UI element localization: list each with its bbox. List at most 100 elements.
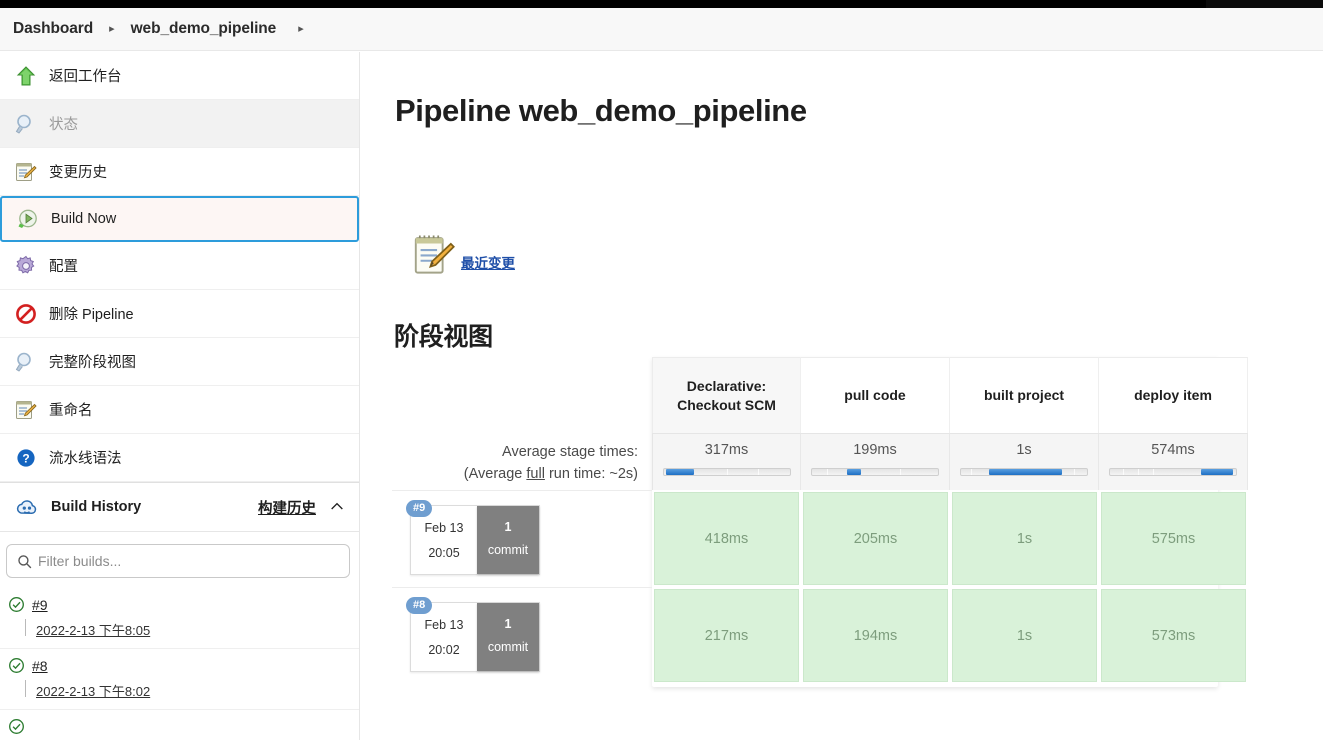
stage-cell-col-1: 194ms — [801, 587, 950, 684]
chevron-up-icon[interactable] — [329, 499, 345, 515]
build-now-icon — [18, 209, 37, 228]
list-item[interactable] — [0, 710, 359, 740]
build-meta-8: #8 Feb 13 20:02 1 commit — [392, 587, 652, 680]
sidebar-item-back-to-dashboard[interactable]: 返回工作台 — [0, 52, 359, 100]
sidebar-item-rename[interactable]: 重命名 — [0, 386, 359, 434]
stage-column-1: pull code — [801, 357, 950, 433]
average-cell: 199ms — [801, 433, 950, 490]
top-black-bar-right — [1206, 0, 1323, 8]
sidebar-item-status[interactable]: 状态 — [0, 100, 359, 148]
breadcrumb-separator-icon: ▸ — [109, 22, 115, 35]
sidebar-item-label: 变更历史 — [49, 165, 107, 181]
average-run-time-line2: (Average full run time: ~2s) — [392, 463, 638, 485]
average-stage-times-row: Average stage times: (Average full run t… — [392, 433, 1248, 490]
page-title: Pipeline web_demo_pipeline — [395, 93, 807, 128]
build-date: Feb 13 — [424, 618, 464, 632]
breadcrumb-item-pipeline[interactable]: web_demo_pipeline — [131, 20, 277, 38]
breadcrumb-dropdown-icon[interactable]: ▸ — [298, 23, 304, 35]
stage-cell-col-2: 1s — [950, 587, 1099, 684]
build-timestamp-link[interactable]: 2022-2-13 下午8:02 — [24, 680, 150, 700]
average-stage-times-line1: Average stage times: — [502, 444, 638, 460]
sidebar-item-change-history[interactable]: 变更历史 — [0, 148, 359, 196]
recent-changes[interactable]: 最近变更 — [411, 232, 515, 278]
stage-cell[interactable]: 217ms — [654, 589, 799, 682]
build-timestamp-link[interactable]: 2022-2-13 下午8:05 — [24, 619, 150, 639]
stage-cell[interactable]: 1s — [952, 589, 1097, 682]
table-row: #8 Feb 13 20:02 1 commit 217ms 194ms 1s … — [392, 587, 1248, 684]
stage-cell[interactable]: 418ms — [654, 492, 799, 585]
stage-header-row: Declarative: Checkout SCM pull code buil… — [392, 357, 1248, 433]
main-content: Pipeline web_demo_pipeline 最近变更 阶段视图 Dec… — [361, 52, 1323, 740]
gear-icon — [16, 255, 35, 273]
commit-count: 1 — [504, 520, 512, 534]
average-progress-bar — [662, 468, 791, 476]
stage-header-label-line2: Checkout SCM — [677, 396, 776, 413]
sidebar-item-configure[interactable]: 配置 — [0, 242, 359, 290]
build-number-badge[interactable]: #9 — [406, 500, 433, 517]
average-progress-bar — [1109, 468, 1237, 476]
build-history-link[interactable]: 构建历史 — [258, 497, 316, 518]
stage-header-cell: deploy item — [1099, 357, 1248, 433]
check-circle-icon — [9, 658, 24, 673]
build-commit-box[interactable]: 1 commit — [477, 603, 539, 671]
stage-cell-col-1: 205ms — [801, 490, 950, 587]
average-cell: 574ms — [1099, 433, 1248, 490]
svg-text:?: ? — [22, 451, 29, 465]
average-column-2: 1s — [950, 433, 1099, 490]
build-number-badge[interactable]: #8 — [406, 597, 433, 614]
build-number-link[interactable]: #9 — [32, 597, 48, 613]
sidebar-item-full-stage-view[interactable]: 完整阶段视图 — [0, 338, 359, 386]
check-circle-icon — [9, 597, 24, 612]
build-info-box: Feb 13 20:02 1 commit — [410, 602, 540, 672]
stage-cell[interactable]: 575ms — [1101, 492, 1246, 585]
sidebar-item-delete-pipeline[interactable]: 删除 Pipeline — [0, 290, 359, 338]
stage-cell[interactable]: 194ms — [803, 589, 948, 682]
check-circle-icon — [9, 719, 24, 734]
sidebar-item-pipeline-syntax[interactable]: ? 流水线语法 — [0, 434, 359, 482]
stage-cell-col-0: 217ms — [652, 587, 801, 684]
breadcrumb-item-dashboard[interactable]: Dashboard — [13, 20, 93, 38]
stage-column-0: Declarative: Checkout SCM — [652, 357, 801, 433]
recent-changes-link[interactable]: 最近变更 — [461, 252, 515, 272]
help-question-icon: ? — [17, 448, 35, 467]
delete-forbidden-icon — [16, 303, 36, 324]
build-commit-box[interactable]: 1 commit — [477, 506, 539, 574]
sidebar-item-label: 完整阶段视图 — [49, 355, 136, 371]
build-history-header: Build History 构建历史 — [0, 482, 359, 532]
stage-cell-col-0: 418ms — [652, 490, 801, 587]
stage-header-cell: Declarative: Checkout SCM — [652, 357, 801, 433]
stage-header-cell: built project — [950, 357, 1099, 433]
weather-cloud-icon — [16, 500, 37, 515]
stage-header-label-line1: Declarative: — [686, 377, 767, 394]
average-progress-bar — [960, 468, 1088, 476]
stage-column-2: built project — [950, 357, 1099, 433]
list-item[interactable]: #8 2022-2-13 下午8:02 — [0, 649, 359, 710]
avg-post: run time: ~2s) — [544, 466, 638, 483]
average-value: 199ms — [853, 442, 897, 458]
average-column-3: 574ms — [1099, 433, 1248, 490]
build-number-link[interactable]: #8 — [32, 658, 48, 674]
top-black-bar — [0, 0, 1206, 8]
stage-cell[interactable]: 573ms — [1101, 589, 1246, 682]
sidebar-item-label: 删除 Pipeline — [49, 307, 134, 323]
average-column-1: 199ms — [801, 433, 950, 490]
average-cell: 1s — [950, 433, 1099, 490]
avg-pre: (Average — [463, 466, 527, 483]
stage-view-table: Declarative: Checkout SCM pull code buil… — [392, 357, 1248, 684]
stage-cell[interactable]: 1s — [952, 492, 1097, 585]
sidebar-item-label: 状态 — [49, 117, 78, 133]
average-cell: 317ms — [652, 433, 801, 490]
stage-cell[interactable]: 205ms — [803, 492, 948, 585]
filter-builds-box[interactable] — [6, 544, 350, 578]
search-input[interactable] — [38, 553, 328, 569]
edit-notepad-icon — [16, 162, 37, 181]
magnifier-icon — [15, 114, 31, 134]
average-progress-bar — [811, 468, 939, 476]
build-time: 20:05 — [428, 546, 460, 560]
list-item[interactable]: #9 2022-2-13 下午8:05 — [0, 588, 359, 649]
build-info-box: Feb 13 20:05 1 commit — [410, 505, 540, 575]
sidebar-item-label: 返回工作台 — [49, 69, 122, 85]
sidebar-item-label: 重命名 — [49, 403, 93, 419]
search-icon — [18, 555, 32, 569]
sidebar-item-build-now[interactable]: Build Now — [0, 196, 359, 242]
